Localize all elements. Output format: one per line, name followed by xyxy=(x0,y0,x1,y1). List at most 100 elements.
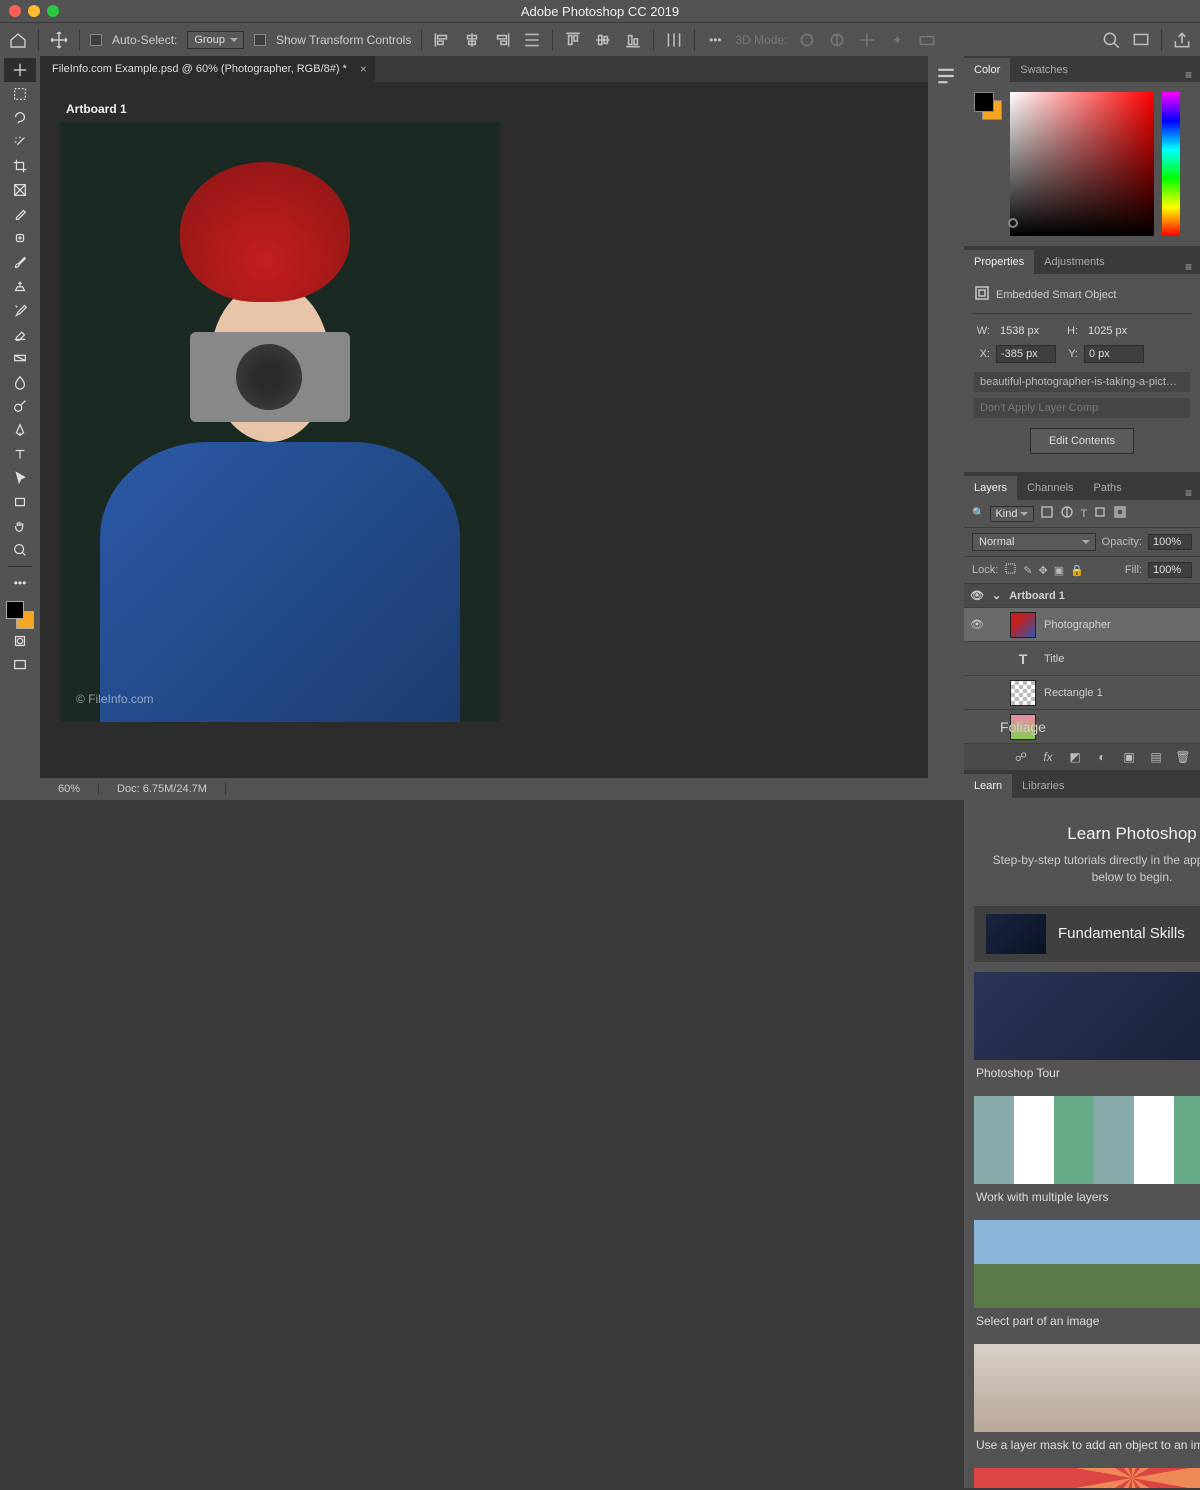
close-tab-icon[interactable]: × xyxy=(360,62,367,76)
more-options-icon[interactable]: ••• xyxy=(705,30,725,50)
x-input[interactable] xyxy=(996,345,1056,363)
filter-pixel-icon[interactable] xyxy=(1040,505,1054,522)
layer-photographer[interactable]: 👁 Photographer xyxy=(964,608,1200,642)
link-layers-icon[interactable]: ☍ xyxy=(1012,750,1030,764)
filter-kind-dropdown[interactable]: Kind xyxy=(990,506,1034,522)
lock-pixels-icon[interactable]: ✎ xyxy=(1023,564,1032,577)
align-center-v-icon[interactable] xyxy=(593,30,613,50)
tutorial-multiple-layers[interactable]: Work with multiple layers xyxy=(974,1096,1200,1210)
quick-mask-icon[interactable] xyxy=(4,629,36,653)
layer-name[interactable]: Rectangle 1 xyxy=(1044,687,1103,699)
color-tab[interactable]: Color xyxy=(964,58,1010,82)
distribute-icon[interactable] xyxy=(664,30,684,50)
panel-menu-icon[interactable]: ≡ xyxy=(1177,68,1200,82)
layer-comp-dropdown[interactable]: Don't Apply Layer Comp xyxy=(974,398,1190,418)
marquee-tool[interactable] xyxy=(4,82,36,106)
dodge-tool[interactable] xyxy=(4,394,36,418)
align-stack-icon[interactable] xyxy=(522,30,542,50)
y-input[interactable] xyxy=(1084,345,1144,363)
document-tab[interactable]: FileInfo.com Example.psd @ 60% (Photogra… xyxy=(40,56,375,82)
search-icon[interactable] xyxy=(1101,30,1121,50)
edit-contents-button[interactable]: Edit Contents xyxy=(1030,428,1134,454)
layer-artboard[interactable]: 👁 ⌄ Artboard 1 xyxy=(964,584,1200,608)
layer-foliage[interactable]: Foliage xyxy=(964,710,1200,744)
tutorial-photoshop-tour[interactable]: Photoshop Tour xyxy=(974,972,1200,1086)
tutorial-next[interactable] xyxy=(974,1468,1200,1488)
panel-menu-icon[interactable]: ≡ xyxy=(1177,486,1200,500)
lock-artboard-icon[interactable]: ▣ xyxy=(1054,564,1064,577)
paths-tab[interactable]: Paths xyxy=(1084,476,1132,500)
align-top-icon[interactable] xyxy=(563,30,583,50)
frame-tool[interactable] xyxy=(4,178,36,202)
layer-name[interactable]: Photographer xyxy=(1044,619,1111,631)
screen-mode-toggle-icon[interactable] xyxy=(4,653,36,677)
crop-tool[interactable] xyxy=(4,154,36,178)
clone-stamp-tool[interactable] xyxy=(4,274,36,298)
history-brush-tool[interactable] xyxy=(4,298,36,322)
layer-thumbnail[interactable] xyxy=(1010,612,1036,638)
canvas[interactable]: Artboard 1 © FileInfo.com xyxy=(40,82,928,778)
height-input[interactable] xyxy=(1084,323,1144,339)
panel-menu-icon[interactable]: ≡ xyxy=(1177,260,1200,274)
home-icon[interactable] xyxy=(8,30,28,50)
layer-style-icon[interactable]: fx xyxy=(1039,750,1057,764)
adjustment-layer-icon[interactable]: ◐ xyxy=(1093,750,1111,764)
layer-rectangle[interactable]: Rectangle 1 xyxy=(964,676,1200,710)
fundamental-skills-row[interactable]: Fundamental Skills ⌄ xyxy=(974,906,1200,962)
magic-wand-tool[interactable] xyxy=(4,130,36,154)
layer-name[interactable]: Artboard 1 xyxy=(1009,590,1065,602)
layer-thumbnail[interactable] xyxy=(1010,680,1036,706)
lock-transparency-icon[interactable] xyxy=(1004,562,1017,578)
move-tool-icon[interactable] xyxy=(49,30,69,50)
align-left-icon[interactable] xyxy=(432,30,452,50)
foreground-background-swatch[interactable] xyxy=(6,601,34,629)
align-right-icon[interactable] xyxy=(492,30,512,50)
screen-mode-icon[interactable] xyxy=(1131,30,1151,50)
auto-select-dropdown[interactable]: Group xyxy=(187,31,244,49)
collapse-icon[interactable]: ⌄ xyxy=(992,589,1001,602)
color-field[interactable] xyxy=(1010,92,1154,236)
history-panel-icon[interactable] xyxy=(932,62,960,90)
gradient-tool[interactable] xyxy=(4,346,36,370)
lock-position-icon[interactable]: ✥ xyxy=(1039,564,1048,577)
artboard-label[interactable]: Artboard 1 xyxy=(66,102,908,116)
lock-all-icon[interactable]: 🔒 xyxy=(1070,564,1084,577)
filter-shape-icon[interactable] xyxy=(1093,505,1107,522)
layer-title[interactable]: T Title xyxy=(964,642,1200,676)
opacity-input[interactable] xyxy=(1148,534,1192,550)
tutorial-layer-mask[interactable]: Use a layer mask to add an object to an … xyxy=(974,1344,1200,1458)
pen-tool[interactable] xyxy=(4,418,36,442)
edit-toolbar-icon[interactable]: ••• xyxy=(4,571,36,595)
blur-tool[interactable] xyxy=(4,370,36,394)
foreground-color[interactable] xyxy=(6,601,24,619)
filter-smart-icon[interactable] xyxy=(1113,505,1127,522)
auto-select-checkbox[interactable] xyxy=(90,34,102,46)
new-group-icon[interactable]: ▣ xyxy=(1120,750,1138,764)
visibility-icon[interactable]: 👁 xyxy=(970,618,984,631)
eyedropper-tool[interactable] xyxy=(4,202,36,226)
type-tool[interactable] xyxy=(4,442,36,466)
layer-name[interactable]: Title xyxy=(1044,653,1064,665)
delete-layer-icon[interactable]: 🗑 xyxy=(1174,750,1192,764)
filter-type-icon[interactable]: T xyxy=(1080,508,1087,520)
layer-mask-icon[interactable]: ◩ xyxy=(1066,750,1084,764)
visibility-icon[interactable]: 👁 xyxy=(970,589,984,602)
path-selection-tool[interactable] xyxy=(4,466,36,490)
width-input[interactable] xyxy=(996,323,1056,339)
color-swatch-pair[interactable] xyxy=(974,92,1002,120)
document-size[interactable]: Doc: 6.75M/24.7M xyxy=(99,783,226,795)
new-layer-icon[interactable]: ▤ xyxy=(1147,750,1165,764)
healing-brush-tool[interactable] xyxy=(4,226,36,250)
channels-tab[interactable]: Channels xyxy=(1017,476,1083,500)
layers-tab[interactable]: Layers xyxy=(964,476,1017,500)
layer-name[interactable]: Foliage xyxy=(1010,714,1036,740)
swatches-tab[interactable]: Swatches xyxy=(1010,58,1078,82)
hue-slider[interactable] xyxy=(1162,92,1180,236)
properties-tab[interactable]: Properties xyxy=(964,250,1034,274)
tutorial-select-part[interactable]: Select part of an image xyxy=(974,1220,1200,1334)
hand-tool[interactable] xyxy=(4,514,36,538)
rectangle-tool[interactable] xyxy=(4,490,36,514)
share-icon[interactable] xyxy=(1172,30,1192,50)
show-transform-checkbox[interactable] xyxy=(254,34,266,46)
align-center-h-icon[interactable] xyxy=(462,30,482,50)
